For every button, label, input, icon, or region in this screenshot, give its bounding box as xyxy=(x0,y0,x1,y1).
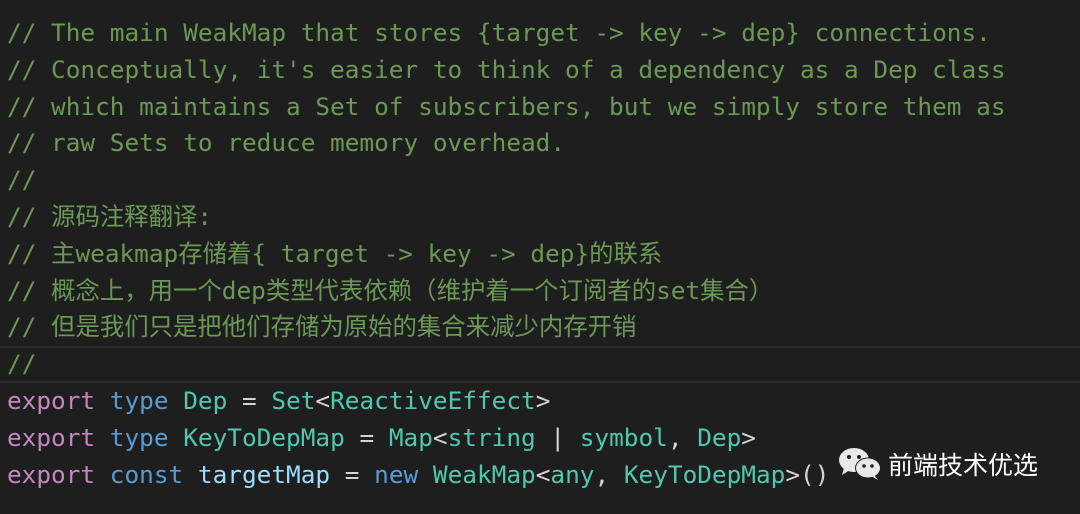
code-editor[interactable]: // The main WeakMap that stores {target … xyxy=(0,15,1080,493)
code-token-comment: // 源码注释翻译: xyxy=(7,201,213,231)
code-line[interactable]: // which maintains a Set of subscribers,… xyxy=(0,89,1080,126)
code-token-punct xyxy=(169,386,184,415)
code-token-punct: < xyxy=(315,385,331,415)
code-token-punct: = xyxy=(344,422,389,452)
code-token-type: WeakMap xyxy=(432,459,536,489)
code-line[interactable]: // 源码注释翻译: xyxy=(0,199,1080,236)
code-token-type: Map xyxy=(388,422,433,452)
code-token-comment: // 概念上，用一个dep类型代表依赖（维护着一个订阅者的set集合） xyxy=(7,275,774,305)
code-token-kw: export xyxy=(7,385,96,415)
code-token-type: string xyxy=(447,422,536,452)
code-token-punct: < xyxy=(535,459,551,489)
code-line[interactable]: // 概念上，用一个dep类型代表依赖（维护着一个订阅者的set集合） xyxy=(0,273,1080,310)
code-token-punct: = xyxy=(330,459,375,489)
code-token-storage: new xyxy=(374,459,419,489)
code-line[interactable]: // xyxy=(0,162,1080,199)
code-token-storage: const xyxy=(109,459,184,489)
code-token-punct: >() xyxy=(785,459,830,489)
code-token-type: any xyxy=(550,459,595,489)
wechat-icon xyxy=(839,448,881,480)
code-token-comment: // raw Sets to reduce memory overhead. xyxy=(7,128,566,158)
code-token-type: ReactiveEffect xyxy=(330,385,536,415)
code-token-var: targetMap xyxy=(197,459,331,489)
watermark-text: 前端技术优选 xyxy=(888,451,1039,480)
code-token-kw: export xyxy=(7,422,96,452)
code-token-comment: // Conceptually, it's easier to think of… xyxy=(7,54,1006,84)
code-line[interactable]: // raw Sets to reduce memory overhead. xyxy=(0,125,1080,162)
code-token-storage: type xyxy=(109,385,169,415)
code-token-comment: // xyxy=(7,349,37,379)
code-line[interactable]: // 但是我们只是把他们存储为原始的集合来减少内存开销 xyxy=(0,309,1080,346)
code-token-type: KeyToDepMap xyxy=(183,422,345,452)
code-line[interactable]: export type Dep = Set<ReactiveEffect> xyxy=(0,383,1080,420)
code-token-kw: export xyxy=(7,459,96,489)
code-token-punct xyxy=(95,423,110,452)
code-token-punct xyxy=(418,460,433,489)
code-token-type: Dep xyxy=(183,385,228,415)
code-token-punct xyxy=(95,386,110,415)
code-token-comment: // which maintains a Set of subscribers,… xyxy=(7,91,1006,121)
code-token-type: KeyToDepMap xyxy=(623,459,786,489)
code-token-type: Dep xyxy=(697,422,742,452)
code-token-punct: < xyxy=(432,422,448,452)
code-token-comment: // 主weakmap存储着{ target -> key -> dep}的联系 xyxy=(7,238,663,268)
code-line[interactable]: // The main WeakMap that stores {target … xyxy=(0,15,1080,52)
code-token-storage: type xyxy=(109,422,169,452)
code-line-current[interactable]: // xyxy=(0,346,1080,383)
watermark: 前端技术优选 xyxy=(838,446,1038,482)
code-token-punct: , xyxy=(667,422,698,452)
code-token-comment: // xyxy=(7,165,37,195)
code-token-type: Set xyxy=(271,385,316,415)
code-token-punct: , xyxy=(594,459,624,489)
code-line[interactable]: // Conceptually, it's easier to think of… xyxy=(0,52,1080,89)
code-token-comment: // The main WeakMap that stores {target … xyxy=(7,18,991,47)
code-token-punct: = xyxy=(227,385,272,415)
code-token-type: symbol xyxy=(579,422,668,452)
code-token-punct xyxy=(169,423,184,452)
code-token-punct: > xyxy=(535,385,551,415)
code-line[interactable]: // 主weakmap存储着{ target -> key -> dep}的联系 xyxy=(0,236,1080,273)
code-token-punct: > xyxy=(741,422,756,452)
code-token-comment: // 但是我们只是把他们存储为原始的集合来减少内存开销 xyxy=(7,312,637,342)
code-token-punct xyxy=(183,460,198,489)
code-token-punct xyxy=(95,460,110,489)
code-token-punct: | xyxy=(535,422,580,452)
